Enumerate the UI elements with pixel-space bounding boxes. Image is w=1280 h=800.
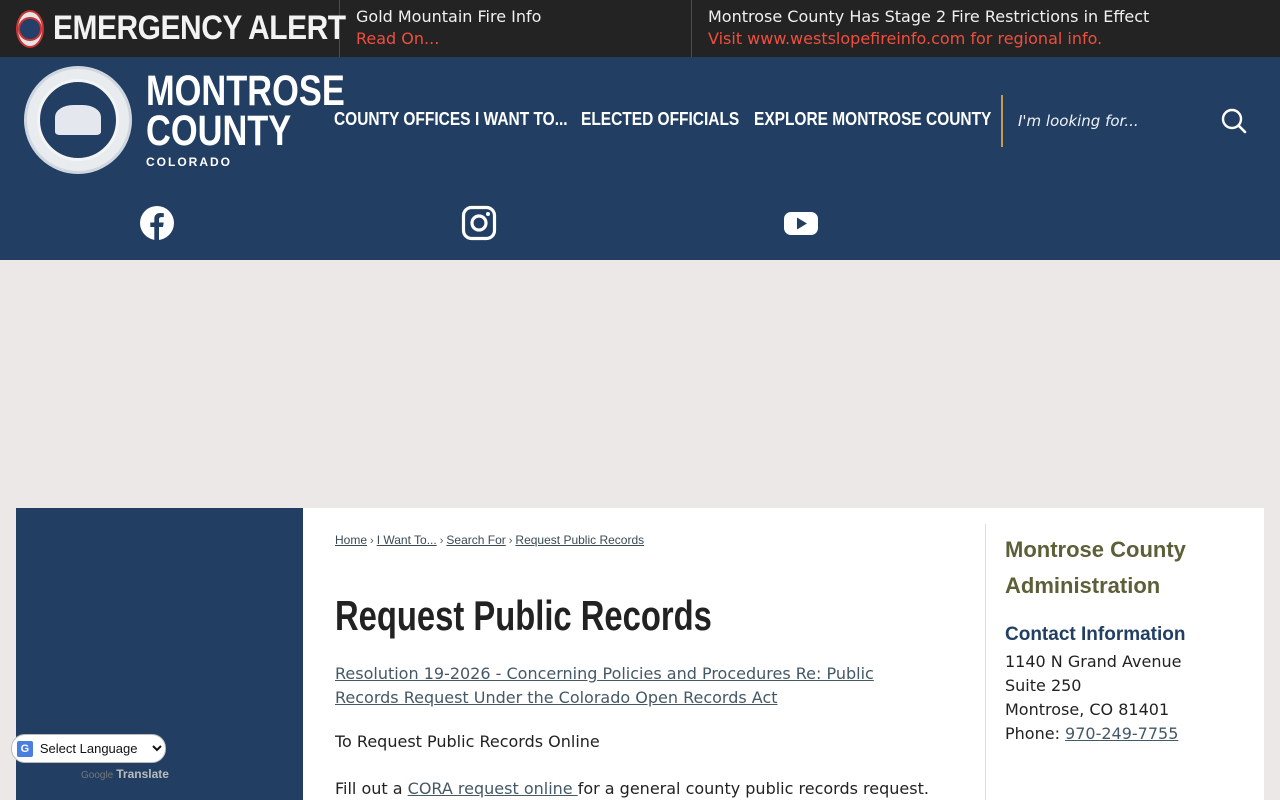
- breadcrumb: Home › I Want To... › Search For › Request Pub…: [335, 533, 645, 547]
- phone-line: Phone: 970-249-7755: [1005, 722, 1245, 746]
- alert-item-title[interactable]: Montrose County Has Stage 2 Fire Restric…: [708, 6, 1264, 28]
- address-line-2: Suite 250: [1005, 676, 1082, 695]
- emergency-alert-bar: EMERGENCY ALERT Gold Mountain Fire Info …: [0, 0, 1280, 57]
- translate-link[interactable]: Translate: [116, 767, 169, 781]
- contact-sidebar: Montrose County Administration Contact I…: [1005, 532, 1245, 746]
- address-line-3: Montrose, CO 81401: [1005, 700, 1170, 719]
- search-input[interactable]: [1018, 107, 1208, 135]
- cora-prefix-text: Fill out a: [335, 779, 408, 798]
- alert-item-title[interactable]: Gold Mountain Fire Info: [356, 6, 675, 28]
- nav-elected-officials[interactable]: ELECTED OFFICIALS: [581, 109, 739, 130]
- county-seal-logo[interactable]: [24, 66, 132, 174]
- site-header: MONTROSE COUNTY COLORADO COUNTY OFFICES …: [0, 57, 1280, 260]
- alert-item[interactable]: Montrose County Has Stage 2 Fire Restric…: [692, 0, 1280, 57]
- breadcrumb-request-public-records[interactable]: Request Public Records: [515, 533, 644, 547]
- contact-info-heading: Contact Information: [1005, 624, 1186, 645]
- alert-item-link[interactable]: Read On...: [356, 28, 675, 50]
- language-selector[interactable]: G Select Language: [11, 734, 166, 763]
- logo-line-colorado: COLORADO: [146, 155, 232, 169]
- language-select[interactable]: Select Language: [35, 740, 165, 757]
- page-title: Request Public Records: [335, 592, 712, 639]
- cora-request-link[interactable]: CORA request online: [408, 779, 578, 798]
- instagram-icon[interactable]: [461, 205, 497, 241]
- nav-explore-montrose-county[interactable]: EXPLORE MONTROSE COUNTY: [754, 109, 991, 130]
- search-icon[interactable]: [1220, 107, 1248, 135]
- phone-label: Phone:: [1005, 724, 1066, 743]
- facebook-icon[interactable]: [139, 205, 175, 241]
- online-request-text: To Request Public Records Online: [335, 732, 600, 751]
- alert-item-link[interactable]: Visit www.westslopefireinfo.com for regi…: [708, 28, 1264, 50]
- breadcrumb-search-for[interactable]: Search For: [446, 533, 505, 547]
- search-divider: [1001, 95, 1003, 147]
- logo-line-montrose: MONTROSE: [146, 67, 345, 115]
- phone-link[interactable]: 970-249-7755: [1065, 724, 1178, 743]
- breadcrumb-i-want-to[interactable]: I Want To...: [377, 533, 437, 547]
- cora-paragraph: Fill out a CORA request online for a gen…: [335, 779, 929, 798]
- alert-title: EMERGENCY ALERT: [0, 0, 346, 57]
- resolution-link[interactable]: Resolution 19-2026 - Concerning Policies…: [335, 662, 935, 710]
- cora-suffix-text: for a general county public records requ…: [577, 779, 929, 798]
- alert-badge-icon: [16, 9, 44, 48]
- alert-item[interactable]: Gold Mountain Fire Info Read On...: [340, 0, 692, 57]
- logo-line-county: COUNTY: [146, 107, 292, 155]
- breadcrumb-home[interactable]: Home: [335, 533, 367, 547]
- powered-by-google-translate: Google Translate: [81, 767, 169, 781]
- youtube-icon[interactable]: [783, 205, 819, 241]
- department-title: Montrose County Administration: [1005, 537, 1186, 598]
- google-translate-icon: G: [17, 740, 33, 757]
- content-divider: [985, 524, 986, 800]
- nav-i-want-to[interactable]: I WANT TO...: [475, 109, 568, 130]
- address-line-1: 1140 N Grand Avenue: [1005, 652, 1182, 671]
- alert-label: EMERGENCY ALERT: [53, 9, 346, 47]
- nav-county-offices[interactable]: COUNTY OFFICES: [334, 109, 470, 130]
- google-brand-text: Google: [81, 770, 114, 781]
- main-content-card: Home › I Want To... › Search For › Request Pub…: [303, 508, 1264, 800]
